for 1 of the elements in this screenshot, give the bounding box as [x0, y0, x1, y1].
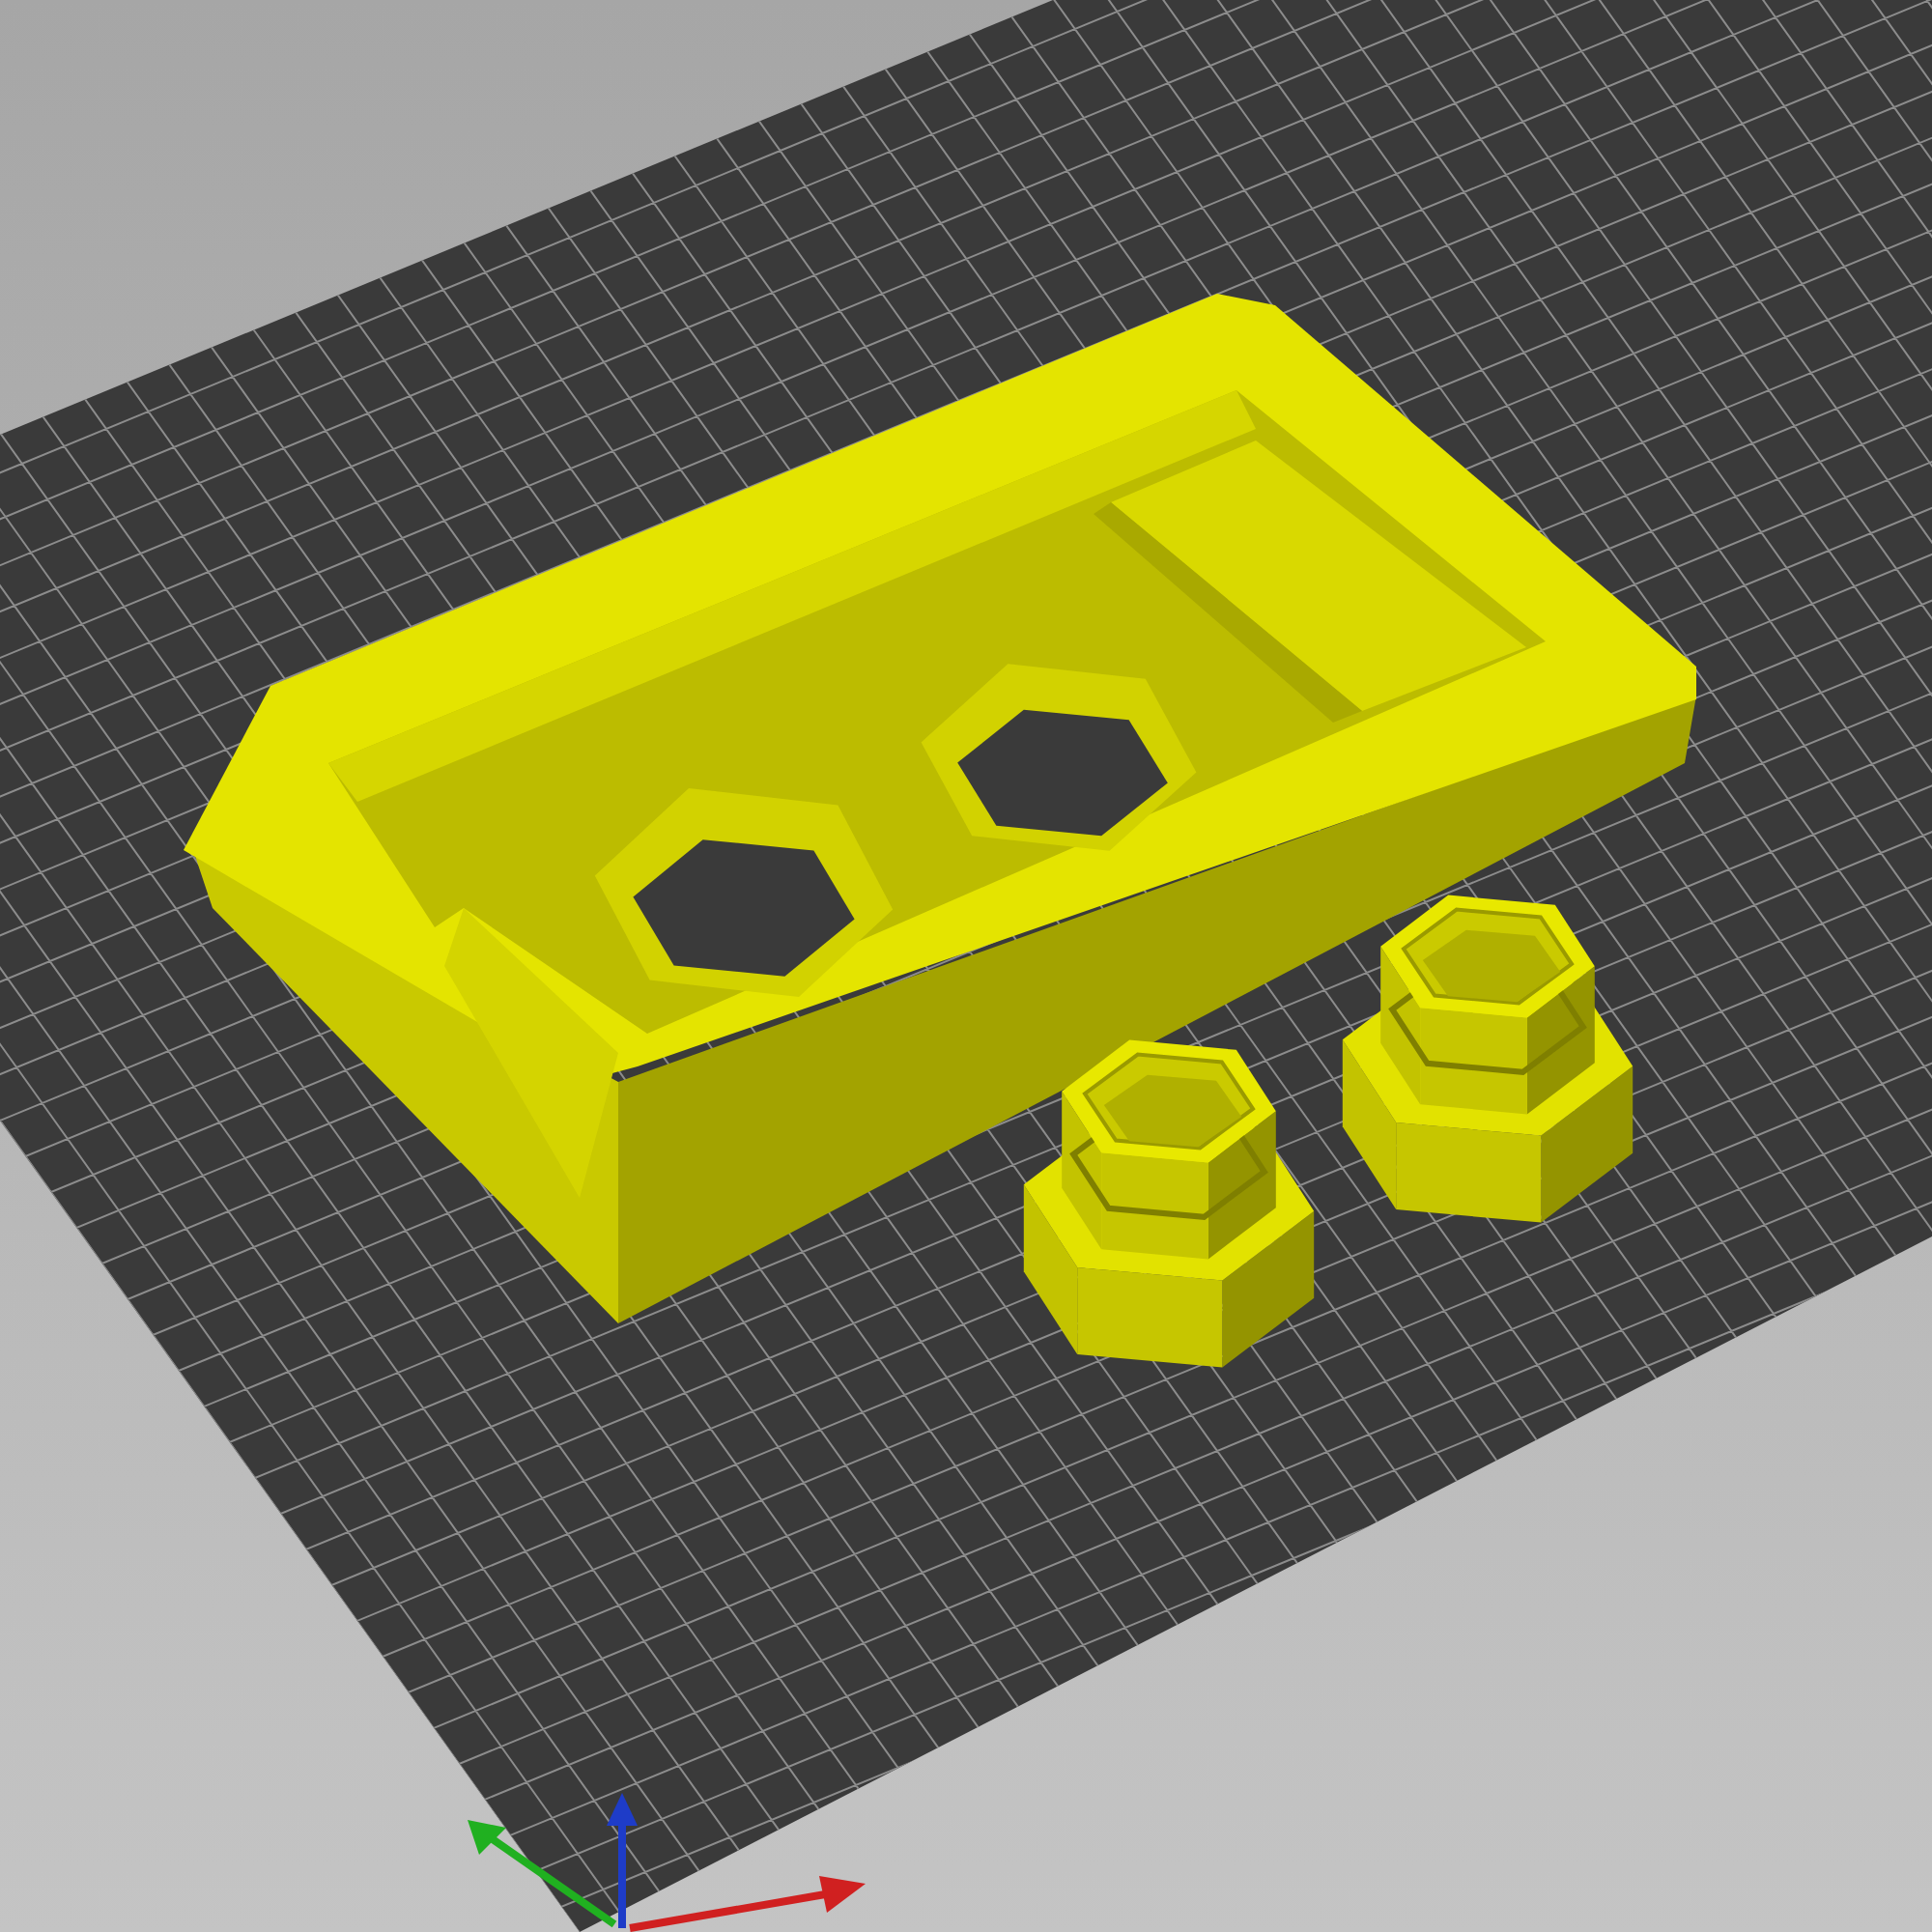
axes-icon	[468, 1793, 866, 1932]
